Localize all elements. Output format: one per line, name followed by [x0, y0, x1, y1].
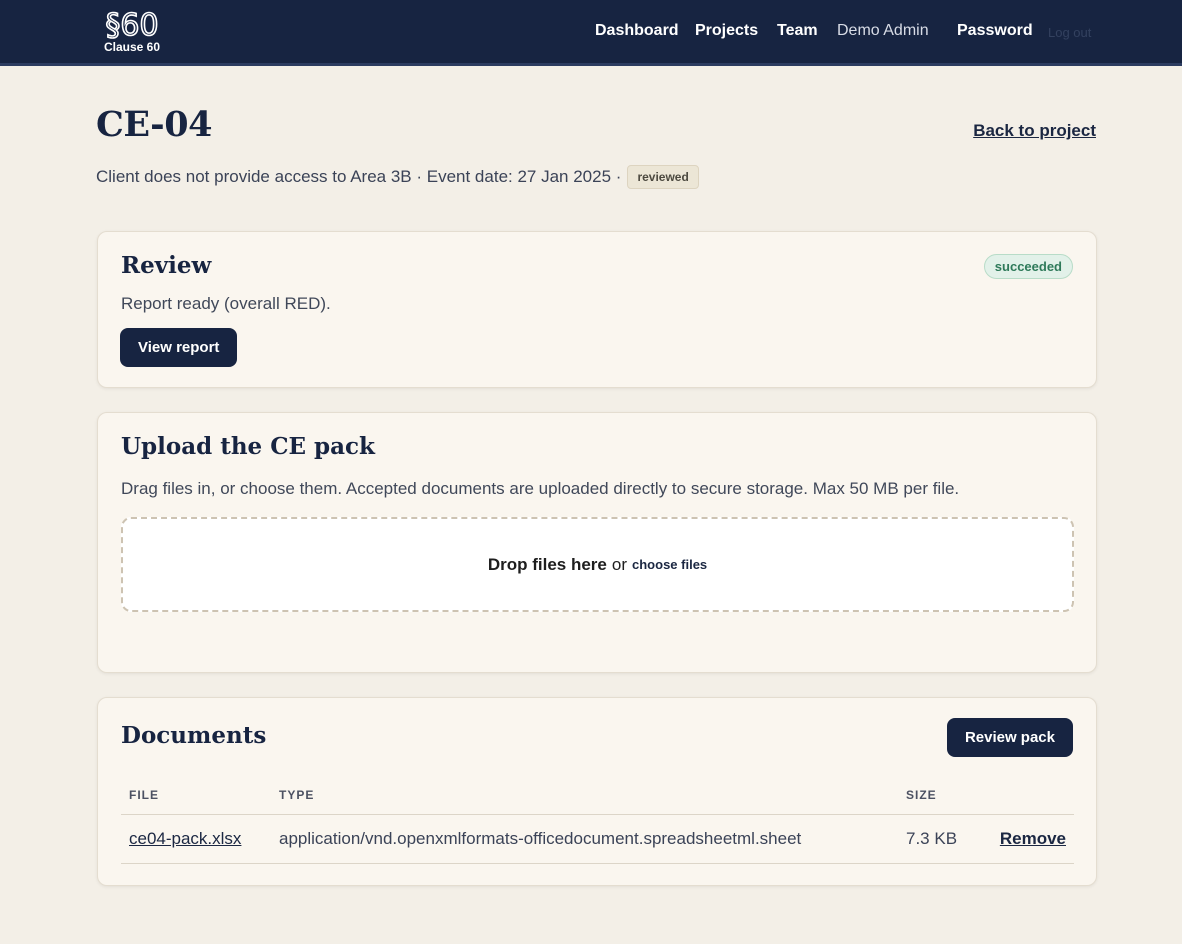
document-file-link[interactable]: ce04-pack.xlsx [129, 829, 241, 848]
nav-projects[interactable]: Projects [695, 22, 758, 40]
documents-card: Documents Review pack FILE TYPE SIZE ce0… [97, 697, 1097, 886]
dropzone-or-text: or [611, 554, 628, 574]
status-badge: reviewed [627, 165, 699, 189]
review-message: Report ready (overall RED). [121, 294, 331, 313]
choose-files-button[interactable]: choose files [632, 557, 707, 572]
remove-document-button[interactable]: Remove [1000, 829, 1066, 848]
clause60-logo[interactable]: §60 Clause 60 [98, 6, 166, 58]
review-heading: Review [121, 252, 212, 279]
nav-dashboard[interactable]: Dashboard [595, 22, 679, 40]
column-header-actions [976, 776, 1074, 815]
top-nav-bar: §60 Clause 60 Dashboard Projects Team De… [0, 0, 1182, 66]
svg-text:§60: §60 [105, 8, 158, 40]
table-header-row: FILE TYPE SIZE [121, 776, 1074, 815]
document-type: application/vnd.openxmlformats-officedoc… [271, 814, 898, 864]
logo-mark-icon: §60 [105, 7, 160, 40]
nav-user-name[interactable]: Demo Admin [837, 22, 929, 40]
file-dropzone[interactable]: Drop files here or choose files [121, 517, 1074, 612]
upload-description: Drag files in, or choose them. Accepted … [121, 479, 960, 498]
review-status-badge: succeeded [983, 254, 1073, 279]
column-header-file: FILE [121, 776, 271, 815]
nav-password[interactable]: Password [957, 22, 1033, 40]
upload-card: Upload the CE pack Drag files in, or cho… [97, 412, 1097, 673]
documents-table: FILE TYPE SIZE ce04-pack.xlsx applicatio… [121, 776, 1074, 864]
page-subtitle: Client does not provide access to Area 3… [96, 165, 699, 189]
dropzone-text: Drop files here [487, 554, 607, 574]
back-to-project-link[interactable]: Back to project [973, 121, 1096, 141]
documents-heading: Documents [121, 722, 267, 749]
nav-logout[interactable]: Log out [1048, 25, 1091, 40]
page-title: CE-04 [96, 104, 212, 145]
view-report-button[interactable]: View report [120, 328, 238, 367]
review-card: Review succeeded Report ready (overall R… [97, 231, 1097, 388]
column-header-size: SIZE [898, 776, 976, 815]
column-header-type: TYPE [271, 776, 898, 815]
table-row: ce04-pack.xlsx application/vnd.openxmlfo… [121, 814, 1074, 864]
subtitle-text: Client does not provide access to Area 3… [96, 167, 622, 186]
logo-text: Clause 60 [103, 40, 161, 54]
review-pack-button[interactable]: Review pack [946, 718, 1073, 757]
nav-team[interactable]: Team [777, 22, 818, 40]
document-size: 7.3 KB [898, 814, 976, 864]
upload-heading: Upload the CE pack [121, 433, 375, 460]
